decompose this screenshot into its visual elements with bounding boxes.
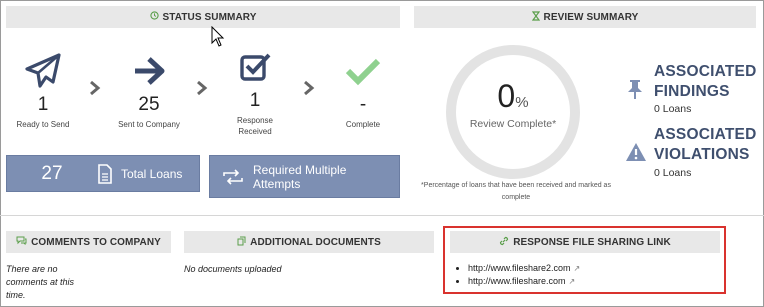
ready-to-send-count: 1 bbox=[37, 94, 49, 115]
step-ready-to-send[interactable]: 1 Ready to Send bbox=[8, 50, 78, 130]
additional-documents-header: ADDITIONAL DOCUMENTS bbox=[184, 231, 434, 253]
review-summary-title: REVIEW SUMMARY bbox=[543, 11, 639, 23]
comments-empty-text: There are no comments at this time. bbox=[6, 264, 75, 300]
required-multiple-attempts-label: Required Multiple Attempts bbox=[253, 162, 347, 191]
retry-icon bbox=[221, 168, 245, 186]
external-link-icon[interactable]: ↗ bbox=[569, 275, 576, 288]
sent-to-company-label: Sent to Company bbox=[118, 120, 180, 129]
pin-icon bbox=[626, 78, 644, 105]
document-icon bbox=[97, 163, 113, 184]
total-loans-button[interactable]: 27 Total Loans bbox=[6, 155, 200, 192]
sent-to-company-count: 25 bbox=[138, 94, 160, 115]
list-item: http://www.fileshare2.com ↗ bbox=[456, 262, 580, 275]
review-percent-sign: % bbox=[515, 94, 529, 111]
complete-count: - bbox=[359, 94, 367, 115]
comments-title: COMMENTS TO COMPANY bbox=[31, 236, 161, 248]
associated-findings-count: 0 Loans bbox=[654, 103, 692, 115]
response-received-count: 1 bbox=[249, 90, 261, 111]
review-percent-value: 0 bbox=[497, 78, 516, 114]
review-percent: 0% bbox=[446, 78, 580, 115]
status-summary-header: STATUS SUMMARY bbox=[6, 6, 400, 28]
comments-icon bbox=[16, 236, 27, 248]
total-loans-count: 27 bbox=[41, 162, 63, 184]
chevron-right-icon bbox=[196, 80, 208, 101]
review-summary-header: REVIEW SUMMARY bbox=[414, 6, 756, 28]
file-sharing-link-list: http://www.fileshare2.com ↗ http://www.f… bbox=[456, 262, 580, 288]
step-response-received[interactable]: 1 Response Received bbox=[220, 46, 290, 137]
associated-violations-title[interactable]: ASSOCIATED VIOLATIONS bbox=[654, 125, 764, 165]
associated-violations-count: 0 Loans bbox=[654, 167, 692, 179]
arrow-right-icon bbox=[114, 50, 184, 92]
paper-plane-icon bbox=[8, 50, 78, 92]
list-item: http://www.fileshare.com ↗ bbox=[456, 275, 580, 288]
checkmark-icon bbox=[328, 50, 398, 92]
required-multiple-attempts-button[interactable]: Required Multiple Attempts bbox=[209, 155, 400, 198]
status-steps: 1 Ready to Send 25 Sent to Company 1 Res… bbox=[6, 50, 400, 140]
section-divider bbox=[0, 215, 764, 216]
clock-icon bbox=[149, 11, 159, 23]
review-footnote: *Percentage of loans that have been rece… bbox=[421, 182, 611, 201]
additional-documents-empty-text: No documents uploaded bbox=[184, 264, 282, 274]
chevron-right-icon bbox=[303, 80, 315, 101]
total-loans-label: Total Loans bbox=[121, 166, 183, 181]
status-summary-title: STATUS SUMMARY bbox=[162, 11, 257, 23]
complete-label: Complete bbox=[345, 120, 381, 129]
step-sent-to-company[interactable]: 25 Sent to Company bbox=[114, 50, 184, 130]
review-complete-label: Review Complete* bbox=[469, 118, 557, 130]
step-complete[interactable]: - Complete bbox=[328, 50, 398, 130]
ready-to-send-label: Ready to Send bbox=[16, 120, 70, 129]
response-received-label: Response Received bbox=[236, 116, 274, 136]
chevron-right-icon bbox=[89, 80, 101, 101]
external-link-icon[interactable]: ↗ bbox=[574, 262, 581, 275]
mouse-cursor-icon bbox=[211, 25, 225, 53]
file-sharing-link[interactable]: http://www.fileshare2.com bbox=[468, 262, 571, 275]
hourglass-icon bbox=[531, 10, 540, 24]
associated-findings-title[interactable]: ASSOCIATED FINDINGS bbox=[654, 62, 764, 102]
checkbox-icon bbox=[220, 46, 290, 88]
copy-icon bbox=[237, 236, 246, 249]
warning-icon bbox=[625, 142, 647, 167]
file-sharing-link[interactable]: http://www.fileshare.com bbox=[468, 275, 566, 288]
comments-header: COMMENTS TO COMPANY bbox=[6, 231, 171, 253]
additional-documents-title: ADDITIONAL DOCUMENTS bbox=[250, 236, 381, 248]
